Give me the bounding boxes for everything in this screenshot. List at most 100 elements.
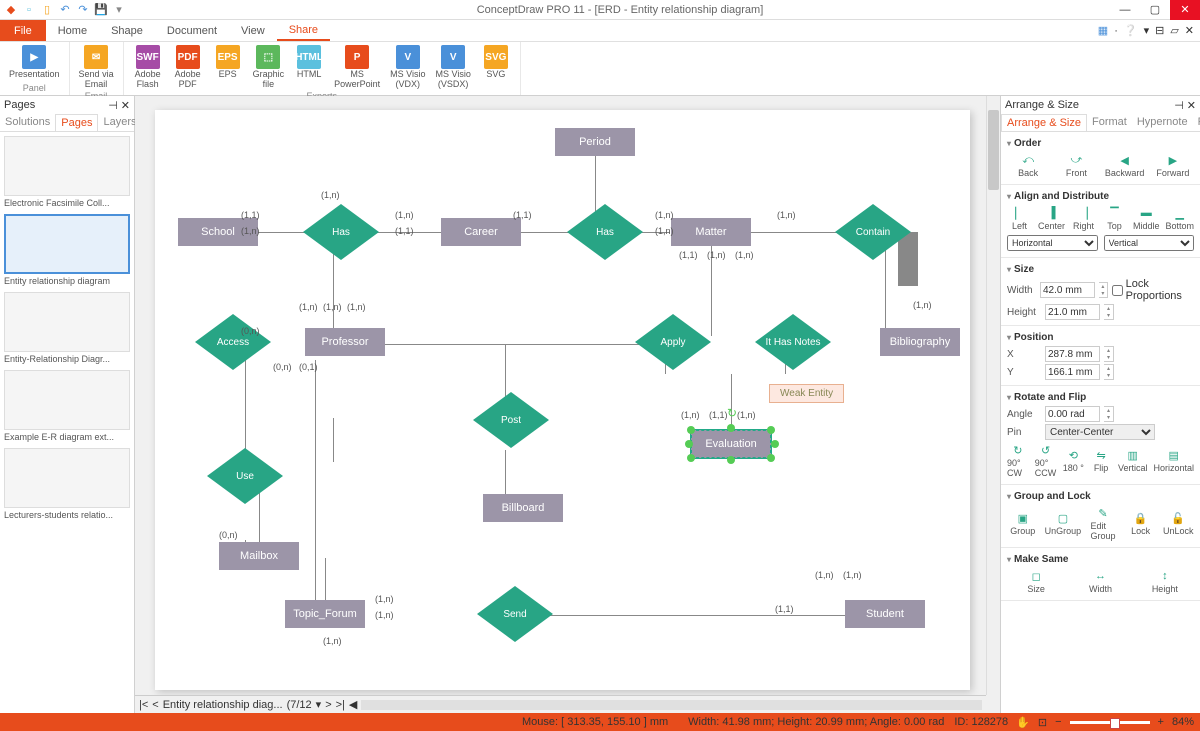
makesame-header[interactable]: Make Same <box>1007 552 1194 567</box>
selection-handle[interactable] <box>727 456 735 464</box>
90--cw-button[interactable]: ↻90° CW <box>1007 443 1029 478</box>
zoom-in-icon[interactable]: + <box>1158 716 1164 728</box>
pin-icon[interactable]: ⊣ <box>1174 99 1184 112</box>
height-button[interactable]: ↕Height <box>1136 569 1194 594</box>
ribbon-eps[interactable]: EPSEPS <box>210 44 246 81</box>
new-icon[interactable]: ▫ <box>22 3 36 17</box>
y-input[interactable] <box>1045 364 1100 380</box>
height-input[interactable] <box>1045 304 1100 320</box>
hand-icon[interactable]: ✋ <box>1016 716 1030 729</box>
tab-hypernote[interactable]: Hypernote <box>1132 114 1193 131</box>
horizontal-button[interactable]: ▤Horizontal <box>1153 448 1194 473</box>
size-header[interactable]: Size <box>1007 262 1194 277</box>
entity-topic_forum[interactable]: Topic_Forum <box>285 600 365 628</box>
entity-matter[interactable]: Matter <box>671 218 751 246</box>
tab-solutions[interactable]: Solutions <box>0 114 55 131</box>
undo-icon[interactable]: ↶ <box>58 3 72 17</box>
ribbon-ms-visio-(vdx)[interactable]: VMS Visio(VDX) <box>387 44 428 91</box>
drawing-canvas[interactable]: PeriodSchoolCareerMatterProfessorBibliog… <box>155 110 970 690</box>
relationship-post[interactable]: Post <box>473 392 549 448</box>
edit-group-button[interactable]: ✎EditGroup <box>1087 506 1119 541</box>
horizontal-scrollbar[interactable] <box>361 700 982 710</box>
rotate-header[interactable]: Rotate and Flip <box>1007 390 1194 405</box>
doc-max-icon[interactable]: ▱ <box>1170 24 1178 37</box>
tab-pages[interactable]: Pages <box>55 114 98 131</box>
group-header[interactable]: Group and Lock <box>1007 489 1194 504</box>
entity-professor[interactable]: Professor <box>305 328 385 356</box>
vertical-scrollbar[interactable] <box>986 96 1000 695</box>
size-button[interactable]: ◻Size <box>1007 569 1065 594</box>
relationship-contain[interactable]: Contain <box>835 204 911 260</box>
selection-handle[interactable] <box>767 454 775 462</box>
page-thumb[interactable]: Entity relationship diagram <box>4 214 130 286</box>
vertical-button[interactable]: ▥Vertical <box>1118 448 1148 473</box>
pin-select[interactable]: Center-Center <box>1045 424 1155 440</box>
save-icon[interactable]: 💾 <box>94 3 108 17</box>
page-thumb[interactable]: Entity-Relationship Diagr... <box>4 292 130 364</box>
tab-format[interactable]: Format <box>1087 114 1132 131</box>
backward-button[interactable]: ◀Backward <box>1104 153 1146 178</box>
sheet-tab[interactable]: Entity relationship diag... <box>163 699 283 711</box>
selection-handle[interactable] <box>685 440 693 448</box>
tab-nav-first[interactable]: |< <box>139 699 148 711</box>
menu-shape[interactable]: Shape <box>99 20 155 41</box>
ribbon-html[interactable]: HTMLHTML <box>291 44 327 81</box>
panel-close-icon[interactable]: ✕ <box>121 99 130 112</box>
entity-student[interactable]: Student <box>845 600 925 628</box>
back-button[interactable]: ⤺Back <box>1007 153 1049 178</box>
relationship-access[interactable]: Access <box>195 314 271 370</box>
middle-button[interactable]: ▬Middle <box>1133 206 1160 231</box>
flip-button[interactable]: ⇋Flip <box>1090 448 1112 473</box>
page-thumb[interactable]: Lecturers-students relatio... <box>4 448 130 520</box>
tab-nav-prev[interactable]: < <box>152 699 158 711</box>
zoom-out-icon[interactable]: − <box>1055 716 1061 728</box>
relationship-it-has-notes[interactable]: It Has Notes <box>755 314 831 370</box>
menu-home[interactable]: Home <box>46 20 99 41</box>
entity-period[interactable]: Period <box>555 128 635 156</box>
relationship-has[interactable]: Has <box>567 204 643 260</box>
90--ccw-button[interactable]: ↺90° CCW <box>1035 443 1057 478</box>
relationship-send[interactable]: Send <box>477 586 553 642</box>
help-icon[interactable]: ❔ <box>1124 24 1138 37</box>
doc-min-icon[interactable]: ⊟ <box>1155 24 1164 37</box>
center-button[interactable]: ▐Center <box>1038 206 1065 231</box>
selection-handle[interactable] <box>771 440 779 448</box>
open-icon[interactable]: ▯ <box>40 3 54 17</box>
position-header[interactable]: Position <box>1007 330 1194 345</box>
bottom-button[interactable]: ▁Bottom <box>1165 206 1194 231</box>
tab-arrange-size[interactable]: Arrange & Size <box>1001 114 1087 131</box>
ribbon-ms-visio-(vsdx)[interactable]: VMS Visio(VSDX) <box>432 44 473 91</box>
right-button[interactable]: ▕Right <box>1071 206 1096 231</box>
zoom-fit-icon[interactable]: ⊡ <box>1038 716 1047 729</box>
tab-presentation[interactable]: Presentation <box>1193 114 1200 131</box>
entity-billboard[interactable]: Billboard <box>483 494 563 522</box>
group-button[interactable]: ▣Group <box>1007 511 1039 536</box>
file-menu[interactable]: File <box>0 20 46 41</box>
pin-icon[interactable]: ⊣ <box>108 99 118 112</box>
180---button[interactable]: ⟲180 ° <box>1062 448 1084 473</box>
canvas-area[interactable]: PeriodSchoolCareerMatterProfessorBibliog… <box>135 96 1000 713</box>
grid-icon[interactable]: ▦ <box>1098 24 1108 37</box>
align-header[interactable]: Align and Distribute <box>1007 189 1194 204</box>
distribute-vertical[interactable]: Vertical <box>1104 235 1195 251</box>
redo-icon[interactable]: ↷ <box>76 3 90 17</box>
ribbon-graphic-file[interactable]: ⬚Graphicfile <box>250 44 288 91</box>
top-button[interactable]: ▔Top <box>1102 206 1127 231</box>
ungroup-button[interactable]: ▢UnGroup <box>1045 511 1082 536</box>
doc-close-icon[interactable]: ✕ <box>1185 24 1194 37</box>
selection-handle[interactable] <box>687 426 695 434</box>
x-input[interactable] <box>1045 346 1100 362</box>
scrollbar-thumb[interactable] <box>988 110 999 190</box>
hscroll-left[interactable]: ◀ <box>349 698 357 711</box>
relationship-apply[interactable]: Apply <box>635 314 711 370</box>
ribbon-send-via-email[interactable]: ✉Send viaEmail <box>76 44 117 91</box>
selection-handle[interactable] <box>767 426 775 434</box>
entity-evaluation[interactable]: Evaluation <box>691 430 771 458</box>
selection-handle[interactable] <box>687 454 695 462</box>
angle-input[interactable] <box>1045 406 1100 422</box>
zoom-slider[interactable] <box>1070 721 1150 724</box>
menu-share[interactable]: Share <box>277 20 330 41</box>
forward-button[interactable]: ▶Forward <box>1152 153 1194 178</box>
distribute-horizontal[interactable]: Horizontal <box>1007 235 1098 251</box>
ribbon-adobe-pdf[interactable]: PDFAdobePDF <box>170 44 206 91</box>
